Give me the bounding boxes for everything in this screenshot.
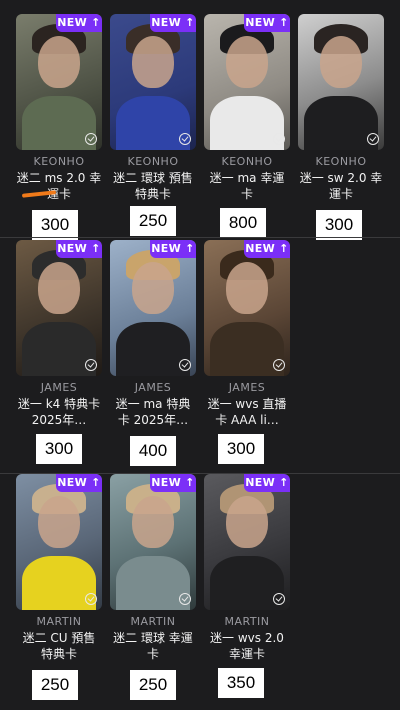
card-artist: KEONHO <box>33 155 85 168</box>
face-shape <box>226 36 268 88</box>
section-james: NEW ↑ JAMES 迷一 k4 特典卡 2025年… NEW ↑ JAMES… <box>0 238 400 473</box>
card-title[interactable]: 迷一 sw 2.0 幸運卡 <box>298 170 384 202</box>
face-shape <box>132 36 174 88</box>
check-circle-icon[interactable] <box>273 593 285 605</box>
face-shape <box>38 262 80 314</box>
face-shape <box>320 36 362 88</box>
price-label: 300 <box>32 210 78 240</box>
card-artist: JAMES <box>134 381 172 394</box>
photocard[interactable]: NEW ↑ JAMES 迷一 ma 特典卡 2025年… <box>110 240 196 428</box>
new-badge: NEW ↑ <box>56 14 102 32</box>
check-circle-icon[interactable] <box>273 359 285 371</box>
new-badge: NEW ↑ <box>244 474 290 492</box>
price-label: 400 <box>130 436 176 466</box>
card-artist: MARTIN <box>36 615 82 628</box>
card-title[interactable]: 迷一 ma 特典卡 2025年… <box>110 396 196 428</box>
card-title[interactable]: 迷二 CU 預售 特典卡 <box>16 630 102 662</box>
card-artist: JAMES <box>40 381 78 394</box>
card-photo[interactable]: NEW ↑ <box>204 474 290 610</box>
card-artist: MARTIN <box>130 615 176 628</box>
photocard[interactable]: NEW ↑ MARTIN 迷一 wvs 2.0 幸運卡 <box>204 474 290 662</box>
price-label: 800 <box>220 208 266 238</box>
check-circle-icon[interactable] <box>85 359 97 371</box>
card-photo[interactable]: NEW ↑ <box>16 14 102 150</box>
new-badge: NEW ↑ <box>56 474 102 492</box>
section-martin: NEW ↑ MARTIN 迷二 CU 預售 特典卡 NEW ↑ MARTIN 迷… <box>0 474 400 710</box>
card-title[interactable]: 迷一 wvs 2.0 幸運卡 <box>204 630 290 662</box>
photocard[interactable]: NEW ↑ MARTIN 迷二 環球 幸運卡 <box>110 474 196 662</box>
card-photo[interactable]: NEW ↑ <box>16 474 102 610</box>
check-circle-icon[interactable] <box>179 593 191 605</box>
card-title[interactable]: 迷二 環球 幸運卡 <box>110 630 196 662</box>
card-title[interactable]: 迷一 ma 幸運卡 <box>204 170 290 202</box>
face-shape <box>132 496 174 548</box>
new-badge: NEW ↑ <box>150 240 196 258</box>
card-title[interactable]: 迷一 wvs 直播卡 AAA li… <box>204 396 290 428</box>
card-artist: MARTIN <box>224 615 270 628</box>
new-badge: NEW ↑ <box>56 240 102 258</box>
photocard[interactable]: NEW ↑ JAMES 迷一 wvs 直播卡 AAA li… <box>204 240 290 428</box>
price-label: 250 <box>130 206 176 236</box>
card-photo[interactable]: NEW ↑ <box>110 240 196 376</box>
photocard[interactable]: NEW ↑ KEONHO 迷二 ms 2.0 幸運卡 <box>16 14 102 202</box>
check-circle-icon[interactable] <box>179 359 191 371</box>
section-keonho: NEW ↑ KEONHO 迷二 ms 2.0 幸運卡 NEW ↑ KEONHO … <box>0 0 400 240</box>
card-artist: KEONHO <box>221 155 273 168</box>
check-circle-icon[interactable] <box>367 133 379 145</box>
photocard[interactable]: KEONHO 迷一 sw 2.0 幸運卡 <box>298 14 384 202</box>
card-photo[interactable] <box>298 14 384 150</box>
price-label: 250 <box>130 670 176 700</box>
face-shape <box>226 496 268 548</box>
price-label: 300 <box>218 434 264 464</box>
price-label: 300 <box>36 434 82 464</box>
new-badge: NEW ↑ <box>244 240 290 258</box>
face-shape <box>38 496 80 548</box>
card-photo[interactable]: NEW ↑ <box>110 14 196 150</box>
card-photo[interactable]: NEW ↑ <box>204 240 290 376</box>
card-artist: KEONHO <box>315 155 367 168</box>
card-title[interactable]: 迷一 k4 特典卡 2025年… <box>16 396 102 428</box>
new-badge: NEW ↑ <box>150 474 196 492</box>
photocard[interactable]: NEW ↑ KEONHO 迷一 ma 幸運卡 <box>204 14 290 202</box>
card-artist: KEONHO <box>127 155 179 168</box>
photocard[interactable]: NEW ↑ JAMES 迷一 k4 特典卡 2025年… <box>16 240 102 428</box>
face-shape <box>38 36 80 88</box>
card-photo[interactable]: NEW ↑ <box>204 14 290 150</box>
card-title[interactable]: 迷二 ms 2.0 幸運卡 <box>16 170 102 202</box>
face-shape <box>226 262 268 314</box>
new-badge: NEW ↑ <box>244 14 290 32</box>
card-artist: JAMES <box>228 381 266 394</box>
face-shape <box>132 262 174 314</box>
price-label: 350 <box>218 668 264 698</box>
check-circle-icon[interactable] <box>179 133 191 145</box>
price-label: 250 <box>32 670 78 700</box>
card-photo[interactable]: NEW ↑ <box>16 240 102 376</box>
price-label: 300 <box>316 210 362 240</box>
photocard[interactable]: NEW ↑ KEONHO 迷二 環球 預售 特典卡 <box>110 14 196 202</box>
card-photo[interactable]: NEW ↑ <box>110 474 196 610</box>
card-title[interactable]: 迷二 環球 預售 特典卡 <box>110 170 196 202</box>
photocard[interactable]: NEW ↑ MARTIN 迷二 CU 預售 特典卡 <box>16 474 102 662</box>
check-circle-icon[interactable] <box>273 133 285 145</box>
check-circle-icon[interactable] <box>85 593 97 605</box>
new-badge: NEW ↑ <box>150 14 196 32</box>
check-circle-icon[interactable] <box>85 133 97 145</box>
